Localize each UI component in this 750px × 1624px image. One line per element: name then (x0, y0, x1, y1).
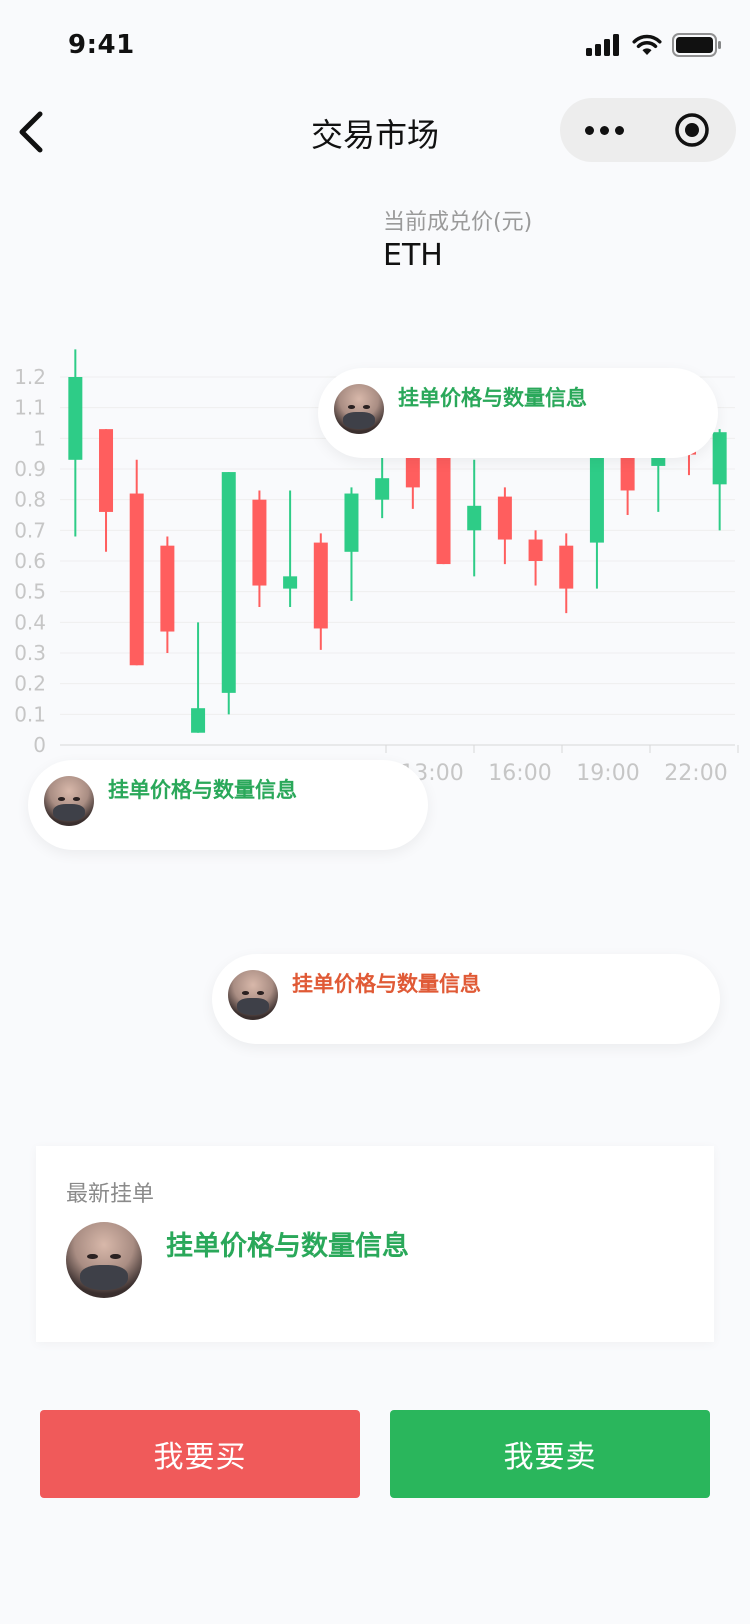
x-tick-label: 22:00 (664, 761, 727, 786)
y-tick-label: 1.1 (14, 396, 46, 420)
battery-icon (672, 33, 721, 57)
close-target-icon[interactable] (648, 98, 736, 162)
avatar (66, 1222, 142, 1298)
candle-body (344, 493, 359, 552)
buy-button[interactable]: 我要买 (40, 1410, 360, 1498)
candle-body (99, 429, 114, 512)
y-tick-label: 1.2 (14, 365, 46, 389)
y-tick-label: 0.9 (14, 457, 46, 481)
bubble-text: 挂单价格与数量信息 (398, 386, 587, 410)
y-tick-label: 0.6 (14, 549, 46, 573)
candle-body (221, 472, 236, 693)
y-tick-label: 0 (33, 733, 46, 757)
candle-body (313, 542, 328, 629)
x-tick-label: 19:00 (576, 761, 639, 786)
candle-body (68, 377, 83, 460)
price-value: ETH (383, 238, 443, 273)
y-tick-label: 0.2 (14, 672, 46, 696)
price-label: 当前成兑价(元) (383, 210, 533, 235)
y-tick-label: 0.1 (14, 702, 46, 726)
bubble-text: 挂单价格与数量信息 (292, 972, 481, 996)
candle-body (160, 545, 175, 632)
candle-body (252, 499, 267, 586)
more-icon[interactable] (560, 98, 648, 162)
sell-button[interactable]: 我要卖 (390, 1410, 710, 1498)
status-icons (586, 30, 722, 60)
bubble-text: 挂单价格与数量信息 (108, 778, 297, 802)
miniprogram-capsule (560, 98, 736, 162)
candle-body (528, 539, 543, 561)
y-tick-label: 0.5 (14, 580, 46, 604)
status-time: 9:41 (68, 30, 135, 60)
y-tick-label: 0.4 (14, 610, 46, 634)
order-bubble[interactable]: 挂单价格与数量信息 (212, 954, 720, 1044)
order-bubble[interactable]: 挂单价格与数量信息 (28, 760, 428, 850)
candle-body (712, 432, 727, 485)
candle-body (129, 493, 144, 666)
candle-body (467, 505, 482, 531)
signal-icon (586, 34, 619, 56)
avatar (228, 970, 278, 1020)
candle-body (497, 496, 512, 540)
y-tick-label: 0.3 (14, 641, 46, 665)
avatar (44, 776, 94, 826)
latest-order-text: 挂单价格与数量信息 (166, 1231, 409, 1262)
latest-order-title: 最新挂单 (66, 1182, 155, 1207)
x-tick-label: 16:00 (488, 761, 551, 786)
order-bubble[interactable]: 挂单价格与数量信息 (318, 368, 718, 458)
latest-order-card[interactable]: 最新挂单 挂单价格与数量信息 (36, 1146, 714, 1342)
candle-body (559, 545, 574, 589)
y-tick-label: 0.8 (14, 488, 46, 512)
y-tick-label: 0.7 (14, 518, 46, 542)
candle-body (283, 576, 298, 589)
wifi-icon (632, 34, 662, 55)
candle-body (375, 478, 390, 500)
y-tick-label: 1 (33, 426, 46, 450)
avatar (334, 384, 384, 434)
candle-body (191, 708, 206, 733)
